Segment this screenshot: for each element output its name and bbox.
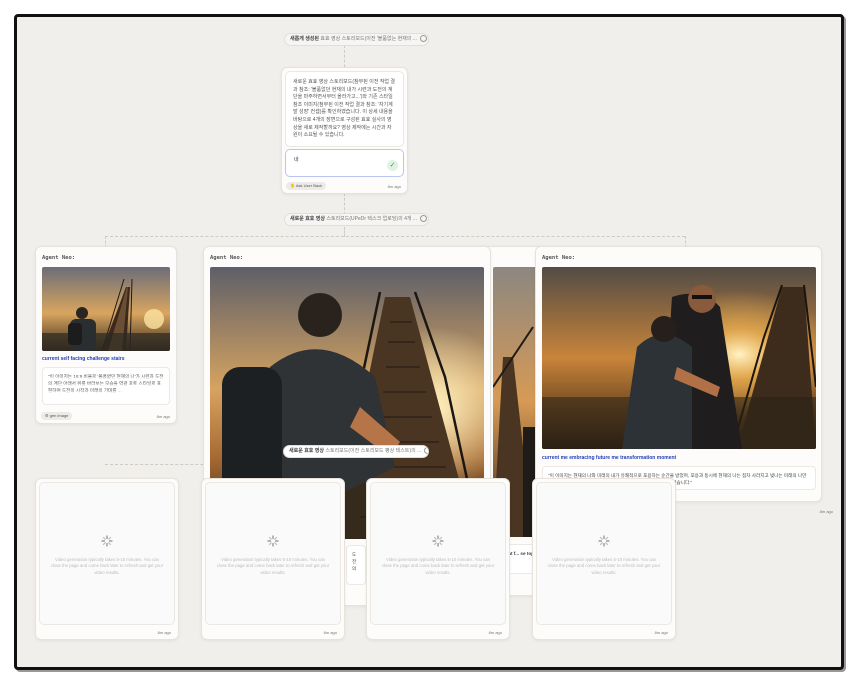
video-status-text: Video generation typically takes 5-10 mi… xyxy=(547,557,661,575)
image-caption: current self facing challenge stairs xyxy=(42,356,125,362)
workflow-canvas[interactable]: 새롭게 생성된 효효 영상 스토리보드(이전 '볼품없는 현재의 ... 새로운… xyxy=(17,17,841,667)
video-generation-card[interactable]: Video generation typically takes 5-10 mi… xyxy=(366,478,510,640)
refresh-icon[interactable] xyxy=(419,35,427,43)
spinner-icon xyxy=(101,535,113,547)
screenshot-frame: 새롭게 생성된 효효 영상 스토리보드(이전 '볼품없는 현재의 ... 새로운… xyxy=(14,14,844,670)
connector-line xyxy=(105,236,685,237)
video-placeholder: Video generation typically takes 5-10 mi… xyxy=(39,482,175,625)
agent-title: Agent Neo: xyxy=(42,255,76,261)
image-icon: ⚙ xyxy=(45,413,49,418)
hand-icon: ✋ xyxy=(290,183,295,188)
image-caption: current me embracing future me transform… xyxy=(542,455,677,461)
assistant-message: 새로운 효효 영상 스토리보드(참부된 이전 작업 결과 참조: '볼품없던 현… xyxy=(285,71,404,147)
spinner-icon xyxy=(267,535,279,547)
timestamp: 8m ago xyxy=(819,509,833,514)
video-status-text: Video generation typically takes 5-10 mi… xyxy=(381,557,495,575)
video-status-text: Video generation typically takes 5-10 mi… xyxy=(50,557,164,575)
video-generation-card[interactable]: Video generation typically takes 5-10 mi… xyxy=(532,478,676,640)
spinner-icon xyxy=(598,535,610,547)
video-status-text: Video generation typically takes 5-10 mi… xyxy=(216,557,330,575)
generated-image[interactable] xyxy=(42,267,170,351)
ask-user-back-tag: ✋ Ask User Back xyxy=(286,182,327,190)
image-description: 도전의 xyxy=(346,545,366,585)
agent-image-card[interactable]: Agent Neo: current me embracing future m… xyxy=(535,246,833,514)
workflow-step-pill[interactable]: 새롭게 생성된 효효 영상 스토리보드(이전 '볼품없는 현재의 ... xyxy=(284,33,429,46)
timestamp: 8m ago xyxy=(387,184,401,189)
video-placeholder: Video generation typically takes 5-10 mi… xyxy=(536,482,672,625)
workflow-step-pill[interactable]: 새로운 효효 영상 스토리보드(이전 스토리보드 평상 테스트)의 ... xyxy=(283,445,429,458)
video-placeholder: Video generation typically takes 5-10 mi… xyxy=(370,482,506,625)
ask-user-card: 새로운 효효 영상 스토리보드(참부된 이전 작업 결과 참조: '볼품없던 현… xyxy=(281,67,408,194)
timestamp: 8m ago xyxy=(323,630,337,635)
agent-image-card[interactable]: Agent Neo: current self facing challenge… xyxy=(35,246,177,424)
image-description: "이 이미지는 16:9 비율로 '볼품없던 현재의 나'가 시련과 도전의 계… xyxy=(42,367,170,405)
timestamp: 8m ago xyxy=(654,630,668,635)
connector-line xyxy=(344,193,345,215)
video-generation-card[interactable]: Video generation typically takes 5-10 mi… xyxy=(35,478,179,640)
video-generation-card[interactable]: Video generation typically takes 5-10 mi… xyxy=(201,478,345,640)
gen-image-tag: ⚙ gen image xyxy=(41,412,73,420)
generated-image[interactable] xyxy=(542,267,816,449)
video-placeholder: Video generation typically takes 5-10 mi… xyxy=(205,482,341,625)
check-icon[interactable]: ✓ xyxy=(387,160,398,171)
timestamp: 8m ago xyxy=(156,414,170,419)
reply-input[interactable]: 네 ✓ xyxy=(285,149,404,177)
agent-title: Agent Neo: xyxy=(542,255,576,261)
workflow-step-pill[interactable]: 새로운 효효 영상 스토리보드(UPeDr 텍스크 업로딩)의 4개 ... xyxy=(284,213,429,226)
refresh-icon[interactable] xyxy=(420,215,428,223)
agent-title: Agent Neo: xyxy=(210,255,244,261)
timestamp: 8m ago xyxy=(488,630,502,635)
spinner-icon xyxy=(432,535,444,547)
refresh-icon[interactable] xyxy=(424,447,428,455)
timestamp: 8m ago xyxy=(157,630,171,635)
